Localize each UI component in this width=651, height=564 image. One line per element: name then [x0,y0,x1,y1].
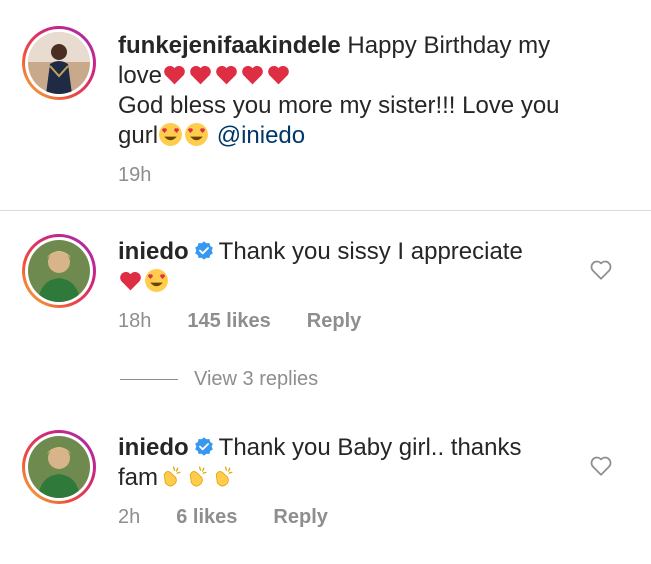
like-heart-icon[interactable] [588,452,614,478]
verified-badge-icon [189,434,219,461]
timestamp: 2h [118,506,141,528]
comment-meta: 18h 145 likes Reply [118,310,397,333]
likes-count[interactable]: 6 likes [176,506,237,529]
red-heart-emoji-icon [118,268,143,293]
like-heart-icon[interactable] [588,256,614,282]
replies-line [120,379,178,380]
profile-photo-icon [28,32,90,94]
avatar[interactable] [22,430,96,504]
username[interactable]: iniedo [118,434,189,461]
likes-count[interactable]: 145 likes [187,310,270,333]
red-heart-emoji-icon [162,62,187,87]
username[interactable]: iniedo [118,238,189,265]
reply-button[interactable]: Reply [307,310,361,333]
red-heart-emoji-icon [188,62,213,87]
comment-text: iniedo Thank you Baby girl.. thanks fam [118,434,522,491]
clapping-hands-emoji-icon [158,464,183,489]
clapping-hands-emoji-icon [184,464,209,489]
verified-badge-icon [189,238,219,265]
timestamp: 18h [118,310,152,332]
clapping-hands-emoji-icon [210,464,235,489]
view-replies-toggle[interactable]: View 3 replies [120,368,318,391]
red-heart-emoji-icon [214,62,239,87]
profile-photo-icon [28,436,90,498]
divider [0,210,651,211]
comment-meta: 19h [118,164,187,187]
red-heart-emoji-icon [266,62,291,87]
reply-button[interactable]: Reply [273,506,327,529]
comment-text: funkejenifaakindele Happy Birthday my lo… [118,32,560,149]
username[interactable]: funkejenifaakindele [118,32,341,59]
profile-photo-icon [28,240,90,302]
avatar[interactable] [22,26,96,100]
red-heart-emoji-icon [240,62,265,87]
avatar[interactable] [22,234,96,308]
comment-meta: 2h 6 likes Reply [118,506,364,529]
mention-link[interactable]: @iniedo [217,122,305,149]
timestamp: 19h [118,164,152,186]
comment-text: iniedo Thank you sissy I appreciate [118,237,578,297]
heart-eyes-emoji-icon [184,122,209,147]
view-replies-label[interactable]: View 3 replies [194,368,318,391]
heart-eyes-emoji-icon [144,268,169,293]
heart-eyes-emoji-icon [158,122,183,147]
